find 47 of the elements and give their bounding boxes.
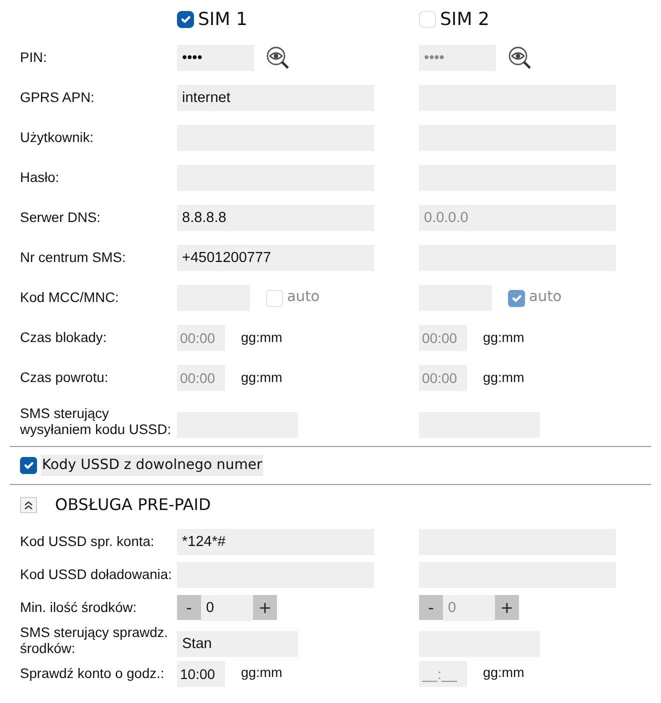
ussd-checkbox[interactable]	[20, 457, 37, 474]
unit-label: gg:mm	[483, 328, 524, 347]
field-label: Użytkownik:	[20, 130, 95, 146]
section-title: OBSŁUGA PRE-PAID	[55, 494, 211, 516]
unit-label: gg:mm	[483, 368, 524, 387]
decrement-button[interactable]: -	[177, 595, 201, 620]
unit-label: gg:mm	[241, 368, 282, 387]
input-field[interactable]: Stan	[177, 631, 298, 657]
unit-label: gg:mm	[241, 328, 282, 347]
input-field[interactable]: 10:00	[177, 660, 225, 686]
input-field[interactable]: 8.8.8.8	[177, 205, 374, 231]
field-label: SMS sterujący sprawdz. środków:	[20, 625, 169, 657]
field-label: Sprawdź konto o godz.:	[20, 666, 166, 682]
field-label: Nr centrum SMS:	[20, 250, 127, 266]
double-chevron-up-icon	[24, 500, 33, 510]
unit-label: gg:mm	[241, 664, 282, 682]
increment-button[interactable]: +	[253, 595, 277, 620]
input-field[interactable]: *124*#	[177, 528, 374, 554]
field-label: Min. ilość środków:	[20, 600, 138, 616]
field-label: SMS sterujący wysyłaniem kodu USSD:	[20, 406, 172, 438]
sim-label: SIM 2	[440, 8, 490, 32]
auto-label: auto	[287, 288, 320, 308]
decrement-button[interactable]: -	[419, 595, 443, 620]
field-label: Kod USSD doładowania:	[20, 566, 173, 582]
auto-label: auto	[529, 288, 562, 308]
field-label: PIN:	[20, 50, 48, 66]
checkbox-label: Kody USSD z dowolnego numer	[41, 455, 264, 476]
increment-button[interactable]: +	[495, 595, 519, 620]
input-field[interactable]: internet	[177, 85, 374, 111]
input-field[interactable]: 00:00	[177, 365, 225, 391]
field-label: Czas powrotu:	[20, 370, 110, 386]
sim-label: SIM 1	[198, 8, 248, 32]
field-label: Kod MCC/MNC:	[20, 290, 120, 306]
field-label: Serwer DNS:	[20, 210, 102, 226]
field-label: Czas blokady:	[20, 330, 108, 346]
input-field[interactable]: ••••	[177, 45, 254, 71]
field-label: GPRS APN:	[20, 90, 96, 106]
sim-checkbox[interactable]	[177, 10, 194, 28]
collapse-button[interactable]	[20, 497, 37, 513]
field-label: Hasło:	[20, 170, 60, 186]
reveal-icon[interactable]	[508, 46, 532, 70]
reveal-icon[interactable]	[266, 46, 290, 70]
field-label: Kod USSD spr. konta:	[20, 534, 156, 550]
input-field[interactable]: 00:00	[177, 325, 225, 351]
unit-label: gg:mm	[483, 664, 524, 682]
input-field[interactable]: 0	[201, 594, 253, 620]
input-field[interactable]: +4501200777	[177, 245, 374, 271]
